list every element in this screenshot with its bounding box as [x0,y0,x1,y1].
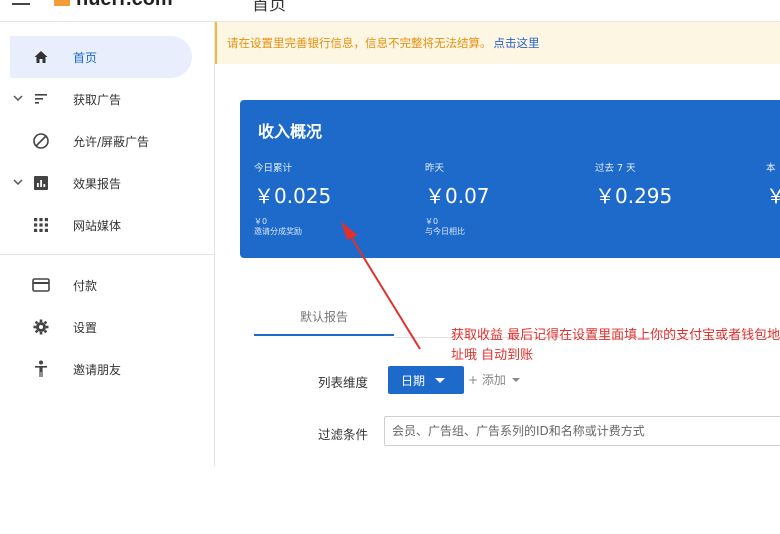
top-bar: nuerr.com 首页 [0,0,780,22]
sidebar-item-reports[interactable]: 效果报告 [10,162,192,204]
logo-text: nuerr.com [76,0,173,11]
stat-label: 今日累计 [254,163,293,174]
income-overview-card: 收入概况 今日累计 ￥0.025 ￥0 邀请分成奖励 昨天 ￥0.07 ￥0 与… [240,100,780,258]
grid-icon [32,216,50,234]
caret-down-icon [435,377,446,383]
home-icon [32,48,50,66]
sidebar-divider [0,254,214,255]
filter-label: 过滤条件 [318,427,369,442]
caret-down-icon [511,377,520,382]
sidebar-item-invite[interactable]: 邀请朋友 [10,348,192,390]
stat-value: ￥0.295 [595,184,673,208]
stat-sub-label: 邀请分成奖励 [254,227,302,236]
add-dimension-label: + 添加 [468,373,506,387]
stat-value: ￥ [766,184,780,208]
chevron-down-icon[interactable] [13,94,23,105]
page-title: 首页 [252,0,286,15]
stat-label: 过去 7 天 [595,163,636,174]
stat-value: ￥0.07 [425,184,490,208]
sidebar-item-allow-block[interactable]: 允许/屏蔽广告 [10,120,192,162]
bank-info-notice: 请在设置里完善银行信息，信息不完整将无法结算。 点击这里 [215,22,780,64]
sidebar-item-label: 设置 [73,320,98,335]
credit-card-icon [32,276,50,294]
sidebar-item-label: 效果报告 [73,176,122,191]
block-icon [32,132,50,150]
stat-this-month: 本 ￥ [766,160,780,209]
filter-input[interactable] [384,416,780,446]
stat-yesterday: 昨天 ￥0.07 ￥0 与今日相比 [425,160,490,237]
sidebar-item-sites[interactable]: 网站媒体 [10,204,192,246]
sidebar: 首页 获取广告 允许/屏蔽广告 效果报告 网站媒体 付款 设置 邀请朋友 [0,22,215,466]
bar-chart-icon [32,174,50,192]
sidebar-item-home[interactable]: 首页 [10,36,192,78]
stat-sub-value: ￥0 [254,217,268,226]
stat-sub-value: ￥0 [425,217,439,226]
stat-sub-label: 与今日相比 [425,227,465,236]
date-dimension-button[interactable]: 日期 [388,366,464,394]
sidebar-item-get-ads[interactable]: 获取广告 [10,78,192,120]
menu-icon[interactable] [12,0,30,8]
chevron-down-icon[interactable] [13,178,23,189]
sidebar-item-payments[interactable]: 付款 [10,264,192,306]
date-dimension-label: 日期 [401,373,426,388]
stat-value: ￥0.025 [254,184,332,208]
filter-list-icon [32,90,50,108]
stat-last-7-days: 过去 7 天 ￥0.295 [595,160,672,209]
dimension-label: 列表维度 [318,375,369,390]
notice-link[interactable]: 点击这里 [494,35,540,51]
sidebar-item-label: 首页 [73,50,98,65]
sidebar-item-label: 付款 [73,278,98,293]
annotation-text: 获取收益 最后记得在设置里面填上你的支付宝或者钱包地址哦 自动到账 [451,328,780,363]
logo-icon [54,0,70,6]
notice-text: 请在设置里完善银行信息，信息不完整将无法结算。 [227,36,492,50]
stat-label: 本 [766,163,776,174]
person-icon [32,360,50,378]
add-dimension-button[interactable]: + 添加 [468,371,520,388]
card-title: 收入概况 [258,122,323,141]
stat-label: 昨天 [425,163,445,174]
sidebar-item-label: 获取广告 [73,92,122,107]
tab-default-report[interactable]: 默认报告 [254,296,394,336]
sidebar-item-label: 网站媒体 [73,218,122,233]
sidebar-item-settings[interactable]: 设置 [10,306,192,348]
sidebar-item-label: 邀请朋友 [73,362,122,377]
sidebar-item-label: 允许/屏蔽广告 [73,134,150,149]
gear-icon [32,318,50,336]
stat-today: 今日累计 ￥0.025 ￥0 邀请分成奖励 [254,160,331,237]
